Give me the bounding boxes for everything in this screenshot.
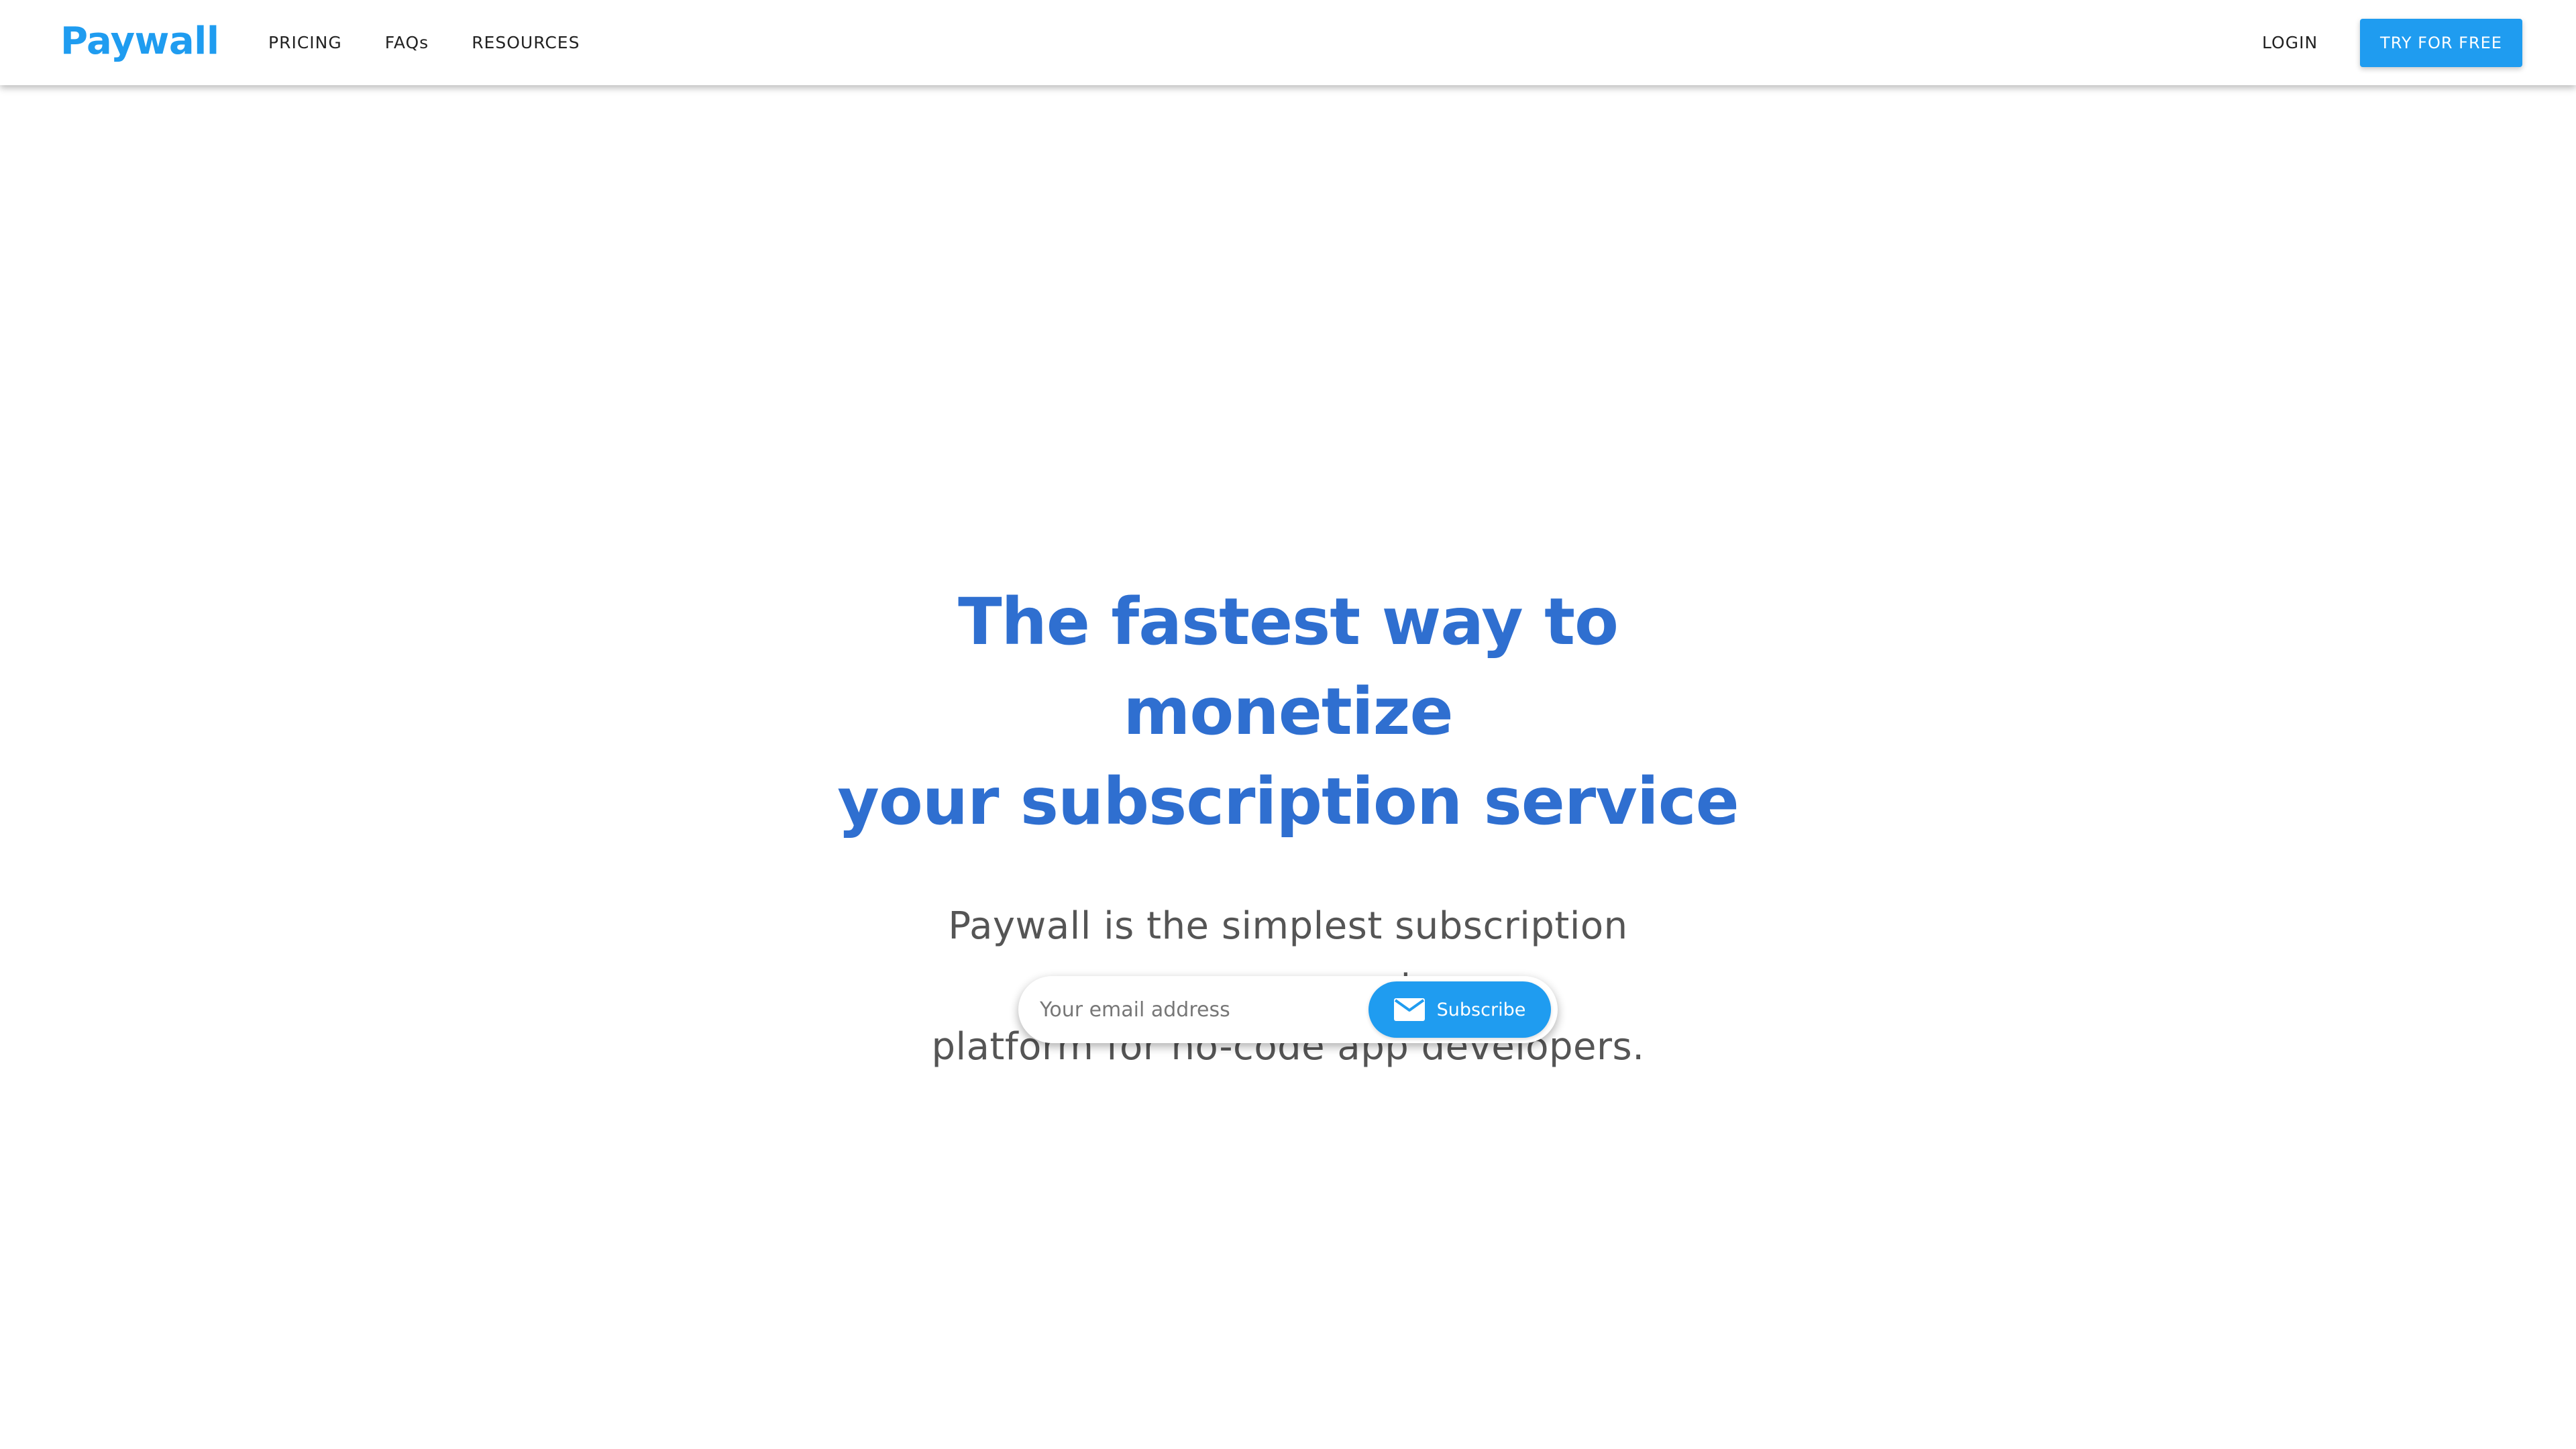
email-input[interactable]: [1038, 985, 1374, 1034]
try-for-free-button[interactable]: TRY FOR FREE: [2360, 19, 2522, 67]
login-link[interactable]: LOGIN: [2262, 0, 2318, 85]
hero-headline: The fastest way to monetize your subscri…: [785, 577, 1791, 847]
nav-pricing-link[interactable]: PRICING: [268, 33, 342, 52]
hero-headline-line-1: The fastest way to monetize: [958, 584, 1619, 749]
subscribe-button-label: Subscribe: [1436, 999, 1526, 1020]
subscribe-button[interactable]: Subscribe: [1368, 981, 1551, 1038]
nav-faqs-link[interactable]: FAQs: [385, 33, 429, 52]
mail-icon: [1393, 998, 1425, 1021]
paywall-logo[interactable]: Paywall: [60, 17, 219, 66]
primary-nav: PRICING FAQs RESOURCES: [268, 0, 580, 85]
hero-headline-line-2: your subscription service: [837, 764, 1739, 839]
nav-resources-link[interactable]: RESOURCES: [472, 33, 580, 52]
subscribe-form: Subscribe: [1018, 976, 1558, 1043]
top-navbar: Paywall PRICING FAQs RESOURCES LOGIN TRY…: [0, 0, 2576, 85]
